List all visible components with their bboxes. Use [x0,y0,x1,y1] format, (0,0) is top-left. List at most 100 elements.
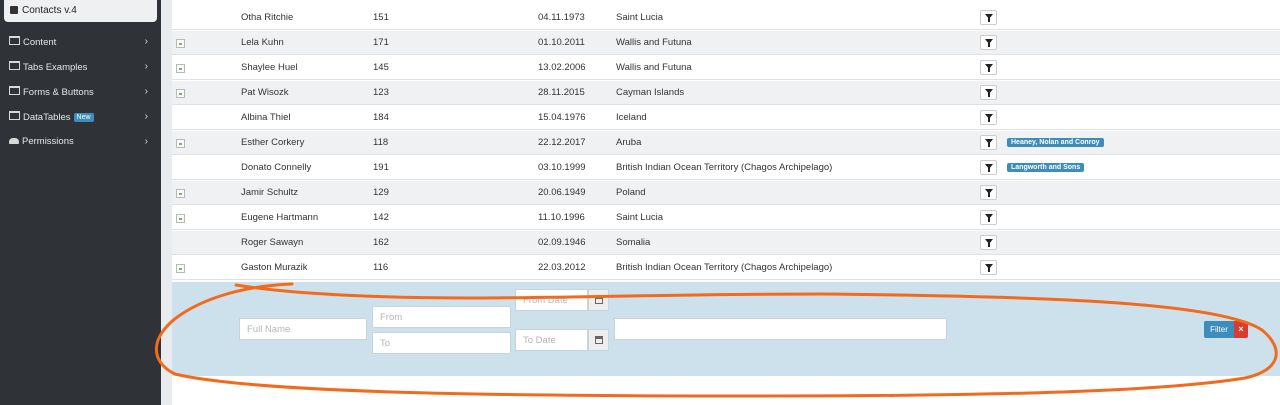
table-row[interactable]: Jamir Schultz 129 20.06.1949 Poland [172,181,1280,205]
table-row[interactable]: Pat Wisozk 123 28.11.2015 Cayman Islands [172,81,1280,105]
cell-date: 01.10.2011 [538,37,585,48]
table-row[interactable]: Shaylee Huel 145 13.02.2006 Wallis and Futu… [172,56,1280,80]
window-icon [9,61,20,70]
filter-icon[interactable] [980,235,997,250]
filter-icon[interactable] [980,10,997,25]
sidebar-item-label: Permissions [22,136,74,147]
cell-number: 151 [373,12,389,23]
cell-date: 28.11.2015 [538,87,585,98]
chevron-right-icon: › [144,136,148,147]
number-from-input[interactable] [372,306,511,328]
broken-image-icon [176,64,185,73]
chevron-right-icon: › [144,86,148,97]
cell-country: Aruba [616,137,642,148]
phone-book-icon [10,6,18,14]
cell-name: Eugene Hartmann [241,212,319,223]
calendar-icon[interactable] [588,329,609,351]
broken-image-icon [176,89,185,98]
broken-image-icon [176,189,185,198]
filter-icon[interactable] [980,60,997,75]
filter-icon[interactable] [980,210,997,225]
cell-country: British Indian Ocean Territory (Chagos A… [616,162,833,173]
filter-icon[interactable] [980,110,997,125]
table-row[interactable]: Lela Kuhn 171 01.10.2011 Wallis and Futuna [172,31,1280,55]
sidebar-item-content[interactable]: Content › [9,36,154,50]
filter-icon[interactable] [980,260,997,275]
sidebar-item-label: Content [23,37,57,48]
cell-number: 162 [373,237,389,248]
broken-image-icon [176,264,185,273]
company-tag: Langworth and Sons [1007,163,1085,172]
cell-date: 02.09.1946 [538,237,586,248]
cell-number: 191 [373,162,389,173]
sidebar-item-label: Tabs Examples [23,62,88,73]
window-icon [9,36,20,45]
cell-date: 20.06.1949 [538,187,586,198]
country-filter-input[interactable] [614,318,947,340]
cell-number: 145 [373,62,389,73]
cell-name: Gaston Murazik [241,262,308,273]
brand-item[interactable]: Contacts v.4 [4,0,157,22]
chevron-right-icon: › [144,36,148,47]
chevron-right-icon: › [144,61,148,72]
cell-name: Otha Ritchie [241,12,294,23]
cell-country: British Indian Ocean Territory (Chagos A… [616,262,833,273]
cell-number: 184 [373,112,389,123]
cell-country: Saint Lucia [616,212,664,223]
filter-icon[interactable] [980,185,997,200]
cell-number: 171 [373,37,389,48]
cell-date: 03.10.1999 [538,162,586,173]
cell-country: Wallis and Futuna [616,37,692,48]
cell-date: 15.04.1976 [538,112,586,123]
table-row[interactable]: Esther Corkery 118 22.12.2017 Aruba Heaney, … [172,131,1280,155]
table-row[interactable]: Gaston Murazik 116 22.03.2012 British India… [172,256,1280,280]
full-name-filter-input[interactable] [239,318,367,340]
table-row[interactable]: Albina Thiel 184 15.04.1976 Iceland [172,106,1280,130]
sidebar-item-tabs-examples[interactable]: Tabs Examples › [9,61,154,75]
filter-row: Filter × [172,282,1280,376]
cell-name: Lela Kuhn [241,37,284,48]
cell-name: Jamir Schultz [241,187,299,198]
sidebar-item-permissions[interactable]: Permissions › [9,136,154,150]
calendar-icon[interactable] [588,289,609,311]
sidebar: Contacts v.4 Content › Tabs Examples › F… [0,0,161,405]
cell-name: Shaylee Huel [241,62,298,73]
cell-name: Albina Thiel [241,112,291,123]
filter-icon[interactable] [980,35,997,50]
cell-name: Roger Sawayn [241,237,304,248]
filter-button[interactable]: Filter [1204,321,1234,338]
cell-date: 22.12.2017 [538,137,586,148]
table-row[interactable]: Roger Sawayn 162 02.09.1946 Somalia [172,231,1280,255]
sidebar-item-forms-buttons[interactable]: Forms & Buttons › [9,86,154,100]
date-from-input[interactable] [515,289,588,311]
date-to-input[interactable] [515,329,588,351]
cell-number: 118 [373,137,389,148]
cell-date: 13.02.2006 [538,62,586,73]
sidebar-item-datatables[interactable]: DataTables New › [9,111,154,125]
cell-number: 142 [373,212,389,223]
cell-name: Esther Corkery [241,137,305,148]
cell-date: 04.11.1973 [538,12,585,23]
table-row[interactable]: Eugene Hartmann 142 11.10.1996 Saint Lucia [172,206,1280,230]
cell-country: Cayman Islands [616,87,685,98]
cell-date: 11.10.1996 [538,212,585,223]
brand-label: Contacts v.4 [22,5,77,16]
company-tag: Heaney, Nolan and Conroy [1007,138,1104,147]
cell-country: Somalia [616,237,651,248]
cell-number: 116 [373,262,389,273]
sidebar-item-label: DataTables [23,112,71,123]
cell-name: Pat Wisozk [241,87,289,98]
cell-number: 129 [373,187,389,198]
filter-icon[interactable] [980,135,997,150]
broken-image-icon [176,214,185,223]
close-icon[interactable]: × [1234,321,1248,338]
cell-date: 22.03.2012 [538,262,586,273]
cell-country: Saint Lucia [616,12,664,23]
table-row[interactable]: Donato Connelly 191 03.10.1999 British Indi… [172,156,1280,180]
filter-icon[interactable] [980,160,997,175]
filter-icon[interactable] [980,85,997,100]
number-to-input[interactable] [372,332,511,354]
broken-image-icon [176,39,185,48]
table-row[interactable]: Otha Ritchie 151 04.11.1973 Saint Lucia [172,6,1280,30]
sidebar-item-label: Forms & Buttons [23,87,94,98]
